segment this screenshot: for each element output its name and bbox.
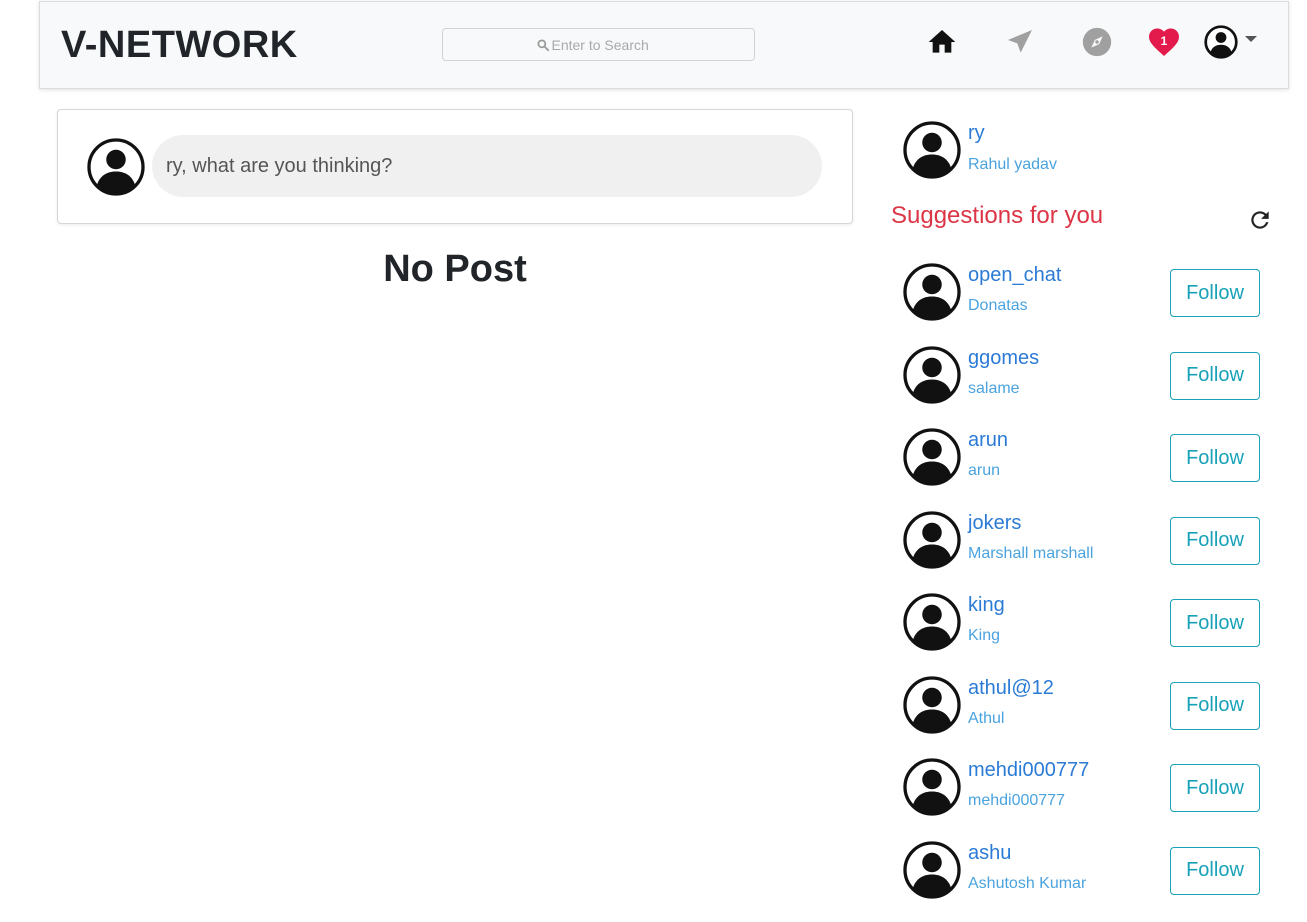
follow-button[interactable]: Follow xyxy=(1170,269,1260,317)
follow-button[interactable]: Follow xyxy=(1170,764,1260,812)
user-avatar-icon xyxy=(902,345,962,405)
explore-button[interactable] xyxy=(1079,24,1115,60)
avatar xyxy=(86,137,146,197)
user-avatar-icon xyxy=(902,510,962,570)
search-input[interactable] xyxy=(552,37,662,53)
follow-button[interactable]: Follow xyxy=(1170,682,1260,730)
suggestion-username-link[interactable]: mehdi000777 xyxy=(968,759,1089,782)
suggestion-item: athul@12 Athul Follow xyxy=(902,675,1262,758)
follow-button[interactable]: Follow xyxy=(1170,434,1260,482)
suggestion-item: arun arun Follow xyxy=(902,427,1262,510)
suggestion-username-link[interactable]: ggomes xyxy=(968,347,1039,370)
user-avatar-icon xyxy=(902,592,962,652)
search-icon xyxy=(536,38,550,52)
suggestion-username-link[interactable]: athul@12 xyxy=(968,677,1054,700)
suggestion-item: open_chat Donatas Follow xyxy=(902,262,1262,345)
avatar[interactable] xyxy=(902,757,962,817)
user-avatar-icon xyxy=(902,675,962,735)
post-composer: ry, what are you thinking? xyxy=(57,109,853,224)
suggestion-fullname: Marshall marshall xyxy=(968,545,1093,563)
follow-button[interactable]: Follow xyxy=(1170,352,1260,400)
profile-menu-button[interactable] xyxy=(1203,24,1239,60)
suggestion-fullname: salame xyxy=(968,380,1020,398)
home-button[interactable] xyxy=(924,24,960,60)
suggestion-username-link[interactable]: jokers xyxy=(968,512,1021,535)
brand-logo[interactable]: V-NETWORK xyxy=(61,24,298,67)
suggestion-username-link[interactable]: arun xyxy=(968,429,1008,452)
suggestion-item: ashu Ashutosh Kumar Follow xyxy=(902,840,1262,922)
notification-count-badge: 1 xyxy=(1156,33,1172,49)
suggestion-item: king King Follow xyxy=(902,592,1262,675)
user-avatar-icon xyxy=(902,840,962,900)
user-avatar-icon xyxy=(902,757,962,817)
avatar[interactable] xyxy=(902,262,962,322)
follow-button[interactable]: Follow xyxy=(1170,517,1260,565)
suggestion-fullname: Athul xyxy=(968,710,1004,728)
avatar[interactable] xyxy=(902,120,962,180)
compass-icon xyxy=(1080,25,1114,59)
suggestions-heading: Suggestions for you xyxy=(891,202,1103,230)
user-avatar-icon xyxy=(902,427,962,487)
notifications-button[interactable]: 1 xyxy=(1146,24,1182,60)
top-navbar: V-NETWORK 1 xyxy=(39,1,1289,89)
suggestion-fullname: arun xyxy=(968,462,1000,480)
avatar[interactable] xyxy=(902,510,962,570)
refresh-suggestions-button[interactable] xyxy=(1247,207,1273,238)
suggestion-fullname: Donatas xyxy=(968,297,1028,315)
suggestion-fullname: King xyxy=(968,627,1000,645)
suggestion-username-link[interactable]: open_chat xyxy=(968,264,1061,287)
suggestion-username-link[interactable]: king xyxy=(968,594,1005,617)
chevron-down-icon[interactable] xyxy=(1245,36,1257,42)
user-avatar-icon xyxy=(86,137,146,197)
follow-button[interactable]: Follow xyxy=(1170,599,1260,647)
current-username-link[interactable]: ry xyxy=(968,122,985,145)
avatar[interactable] xyxy=(902,427,962,487)
current-fullname: Rahul yadav xyxy=(968,156,1057,174)
refresh-icon xyxy=(1247,207,1273,233)
suggestion-fullname: Ashutosh Kumar xyxy=(968,875,1086,893)
avatar[interactable] xyxy=(902,592,962,652)
avatar[interactable] xyxy=(902,675,962,735)
messages-button[interactable] xyxy=(1002,24,1038,60)
suggestion-item: mehdi000777 mehdi000777 Follow xyxy=(902,757,1262,840)
suggestion-item: jokers Marshall marshall Follow xyxy=(902,510,1262,593)
suggestion-item: ggomes salame Follow xyxy=(902,345,1262,428)
post-input[interactable]: ry, what are you thinking? xyxy=(152,135,822,197)
send-icon xyxy=(1004,26,1036,58)
avatar[interactable] xyxy=(902,840,962,900)
suggestion-fullname: mehdi000777 xyxy=(968,792,1065,810)
user-avatar-icon xyxy=(902,262,962,322)
profile-icon xyxy=(1203,24,1239,60)
suggestions-list: open_chat Donatas Follow ggomes salame Follow… xyxy=(902,262,1262,922)
search-box[interactable] xyxy=(442,28,755,61)
avatar[interactable] xyxy=(902,345,962,405)
user-avatar-icon xyxy=(902,120,962,180)
suggestion-username-link[interactable]: ashu xyxy=(968,842,1011,865)
home-icon xyxy=(926,26,958,58)
empty-feed-message: No Post xyxy=(57,248,853,291)
follow-button[interactable]: Follow xyxy=(1170,847,1260,895)
